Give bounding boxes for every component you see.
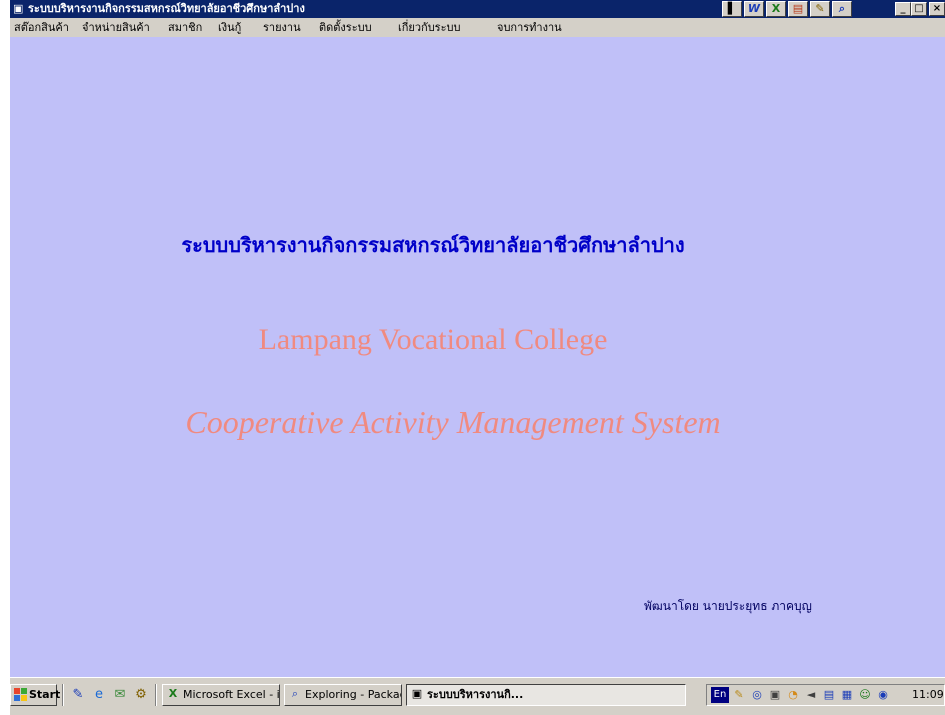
explorer-icon: ⌕ — [291, 687, 299, 700]
taskbar: Start ✎ e ✉ ⚙ X Microsoft Excel - im... … — [10, 677, 945, 715]
menu-exit[interactable]: จบการทำงาน — [495, 18, 564, 37]
minimize-button[interactable]: _ — [895, 2, 911, 16]
menu-reports[interactable]: รายงาน — [261, 18, 303, 37]
tray-agent-icon[interactable]: ☺ — [857, 687, 873, 703]
task-cooperative-app[interactable]: ▣ ระบบบริหารงานกิ... — [406, 684, 686, 706]
clock[interactable]: 11:09 — [912, 685, 944, 705]
menu-bar: สต๊อกสินค้า จำหน่ายสินค้า สมาชิก เงินกู้… — [10, 18, 945, 37]
word-icon[interactable]: W — [744, 1, 764, 17]
window-title: ระบบบริหารงานกิจกรรมสหกรณ์วิทยาลัยอาชีวศ… — [28, 2, 305, 15]
outlook-icon[interactable]: ✉ — [111, 687, 129, 703]
tray-pen-icon[interactable]: ✎ — [731, 687, 747, 703]
excel-icon: X — [168, 687, 178, 700]
system-tray: En ✎ ◎ ▣ ◔ ◄ ▤ ▦ ☺ ◉ 11:09 — [706, 684, 945, 706]
thai-title: ระบบบริหารงานกิจกรรมสหกรณ์วิทยาลัยอาชีวศ… — [181, 233, 685, 257]
taskbar-separator — [62, 684, 64, 706]
menu-about[interactable]: เกี่ยวกับระบบ — [396, 18, 462, 37]
excel-icon[interactable]: X — [766, 1, 786, 17]
app-icon[interactable]: ▣ — [13, 3, 25, 15]
task-label: Exploring - Package — [305, 688, 401, 701]
network-icon[interactable]: ▤ — [821, 687, 837, 703]
menu-loans[interactable]: เงินกู้ — [216, 18, 243, 37]
volume-icon[interactable]: ◄ — [803, 687, 819, 703]
tray-display-icon[interactable]: ▦ — [839, 687, 855, 703]
tools-icon[interactable]: ✎ — [810, 1, 830, 17]
start-button[interactable]: Start — [10, 684, 61, 706]
menu-members[interactable]: สมาชิก — [166, 18, 204, 37]
tray-scheduler-icon[interactable]: ◔ — [785, 687, 801, 703]
menu-setup[interactable]: ติดตั้งระบบ — [317, 18, 374, 37]
tray-monitor-icon[interactable]: ▣ — [767, 687, 783, 703]
task-explorer[interactable]: ⌕ Exploring - Package — [284, 684, 402, 706]
main-area: ระบบบริหารงานกิจกรรมสหกรณ์วิทยาลัยอาชีวศ… — [10, 37, 945, 677]
language-indicator[interactable]: En — [711, 687, 729, 703]
task-excel[interactable]: X Microsoft Excel - im... — [162, 684, 280, 706]
start-label: Start — [29, 688, 61, 701]
close-button[interactable]: × — [929, 2, 945, 16]
tray-disc-icon[interactable]: ◎ — [749, 687, 765, 703]
taskbar-separator — [155, 684, 157, 706]
english-subtitle: Cooperative Activity Management System — [185, 404, 721, 440]
show-desktop-icon[interactable]: ✎ — [69, 687, 87, 703]
task-label: Microsoft Excel - im... — [183, 688, 280, 701]
tray-clock-icon[interactable]: ◉ — [875, 687, 891, 703]
maximize-button[interactable]: □ — [911, 2, 927, 16]
app-icon: ▣ — [411, 687, 423, 700]
powerpoint-icon[interactable]: ▤ — [788, 1, 808, 17]
windows-logo-icon — [14, 688, 27, 701]
menu-stock[interactable]: สต๊อกสินค้า — [12, 18, 71, 37]
search-icon[interactable]: ⌕ — [832, 1, 852, 17]
screen: ▣ ระบบบริหารงานกิจกรรมสหกรณ์วิทยาลัยอาชี… — [0, 0, 945, 715]
task-label: ระบบบริหารงานกิ... — [427, 688, 524, 701]
internet-explorer-icon[interactable]: e — [90, 687, 108, 703]
office-bar-icon[interactable]: ▌ — [722, 1, 742, 17]
title-bar[interactable]: ▣ ระบบบริหารงานกิจกรรมสหกรณ์วิทยาลัยอาชี… — [10, 0, 945, 18]
developer-credit: พัฒนาโดย นายประยุทธ ภาคบุญ — [644, 599, 812, 613]
menu-sales[interactable]: จำหน่ายสินค้า — [80, 18, 152, 37]
english-title: Lampang Vocational College — [258, 323, 608, 356]
channels-icon[interactable]: ⚙ — [132, 687, 150, 703]
